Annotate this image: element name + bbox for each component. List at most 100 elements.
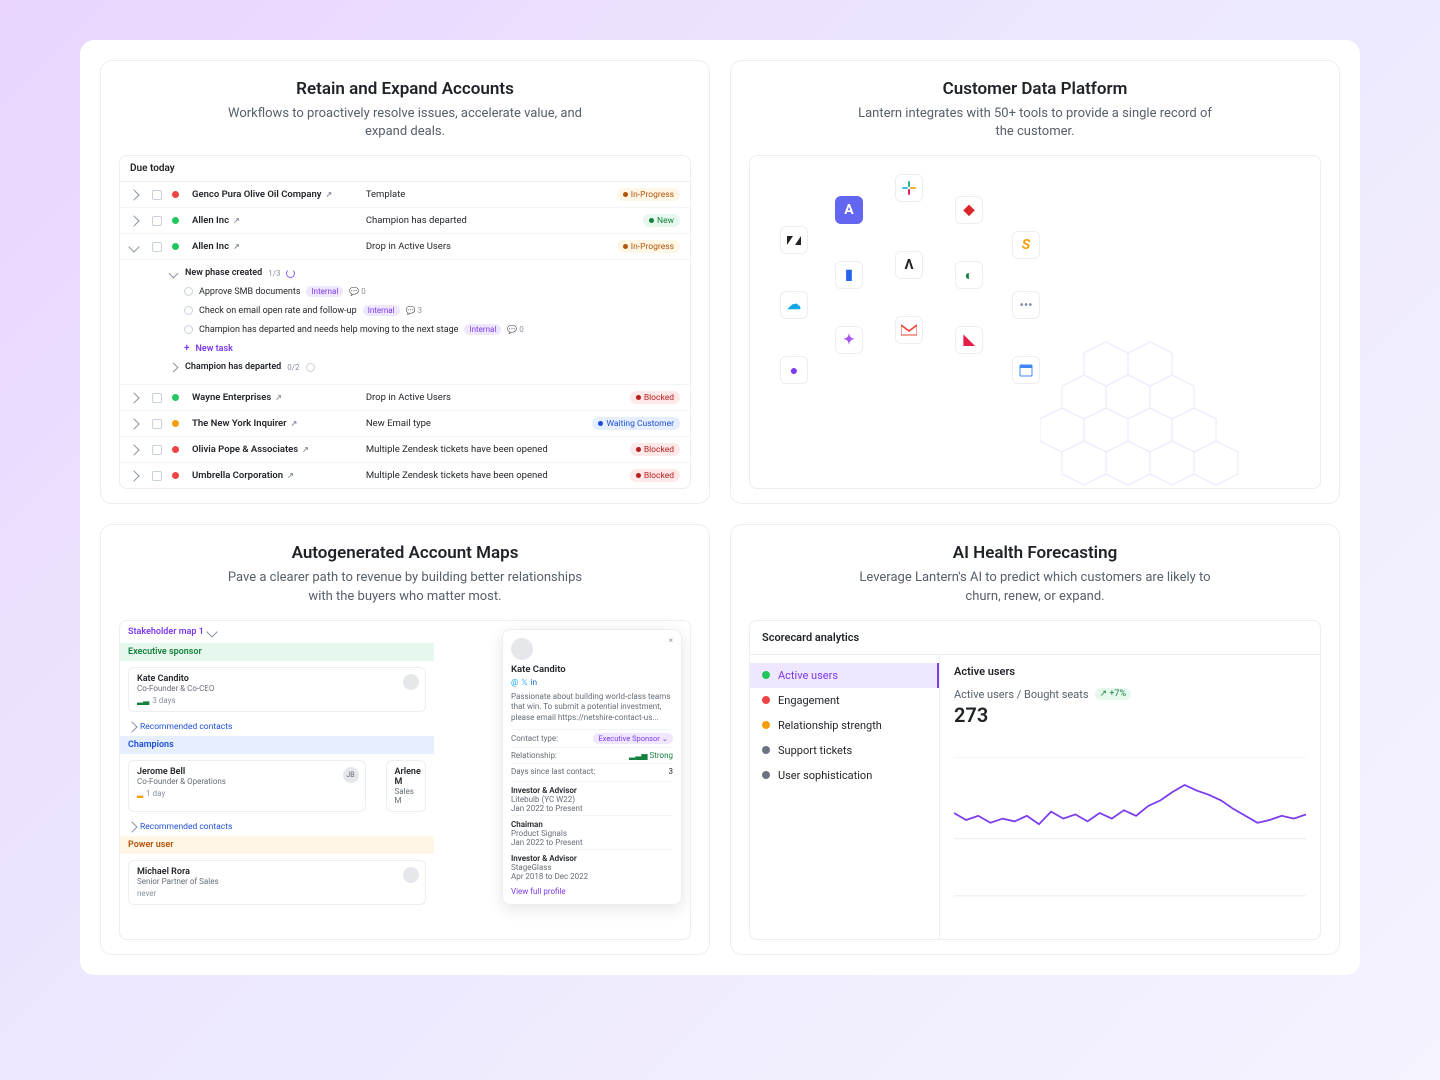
- pennant-icon: ◣: [955, 326, 983, 354]
- task-row[interactable]: The New York Inquirer↗ New Email type Wa…: [120, 411, 690, 437]
- internal-tag: Internal: [306, 286, 343, 297]
- stakeholder-column: Stakeholder map 1 Executive sponsor Kate…: [120, 621, 434, 905]
- status-badge: In-Progress: [617, 240, 680, 253]
- metric-sub: Active users / Bought seats: [954, 688, 1089, 701]
- new-task-button[interactable]: +New task: [170, 339, 680, 358]
- status-badge: Blocked: [630, 469, 680, 482]
- status-dot: [172, 394, 179, 401]
- amaps-sub: Pave a clearer path to revenue by buildi…: [225, 569, 585, 605]
- cdp-sub: Lantern integrates with 50+ tools to pro…: [855, 105, 1215, 141]
- chevron-icon[interactable]: [128, 418, 139, 429]
- ai-title: AI Health Forecasting: [749, 543, 1321, 563]
- internal-tag: Internal: [464, 324, 501, 335]
- person-card-jerome[interactable]: Jerome Bell Co-Founder & Operations ▂1 d…: [128, 760, 366, 812]
- cat-exec: Executive sponsor: [120, 643, 434, 661]
- metric-dot: [762, 721, 770, 729]
- amaps-panel: Stakeholder map 1 Executive sponsor Kate…: [119, 620, 691, 940]
- metric-nav-item[interactable]: Support tickets: [750, 738, 939, 763]
- map-selector[interactable]: Stakeholder map 1: [120, 621, 434, 643]
- task-row[interactable]: Allen Inc↗ Champion has departed New: [120, 208, 690, 234]
- salesforce-icon: ☁: [780, 291, 808, 319]
- chevron-down-icon: [206, 626, 217, 637]
- subtask-row[interactable]: Champion has departed and needs help mov…: [170, 320, 680, 339]
- segment-icon: ◐: [955, 261, 983, 289]
- checkbox[interactable]: [152, 216, 162, 226]
- radio-icon[interactable]: [184, 287, 193, 296]
- gcal-icon: [1012, 356, 1040, 384]
- task-row[interactable]: Genco Pura Olive Oil Company↗ Template I…: [120, 182, 690, 208]
- amaps-title: Autogenerated Account Maps: [119, 543, 691, 563]
- company-name: The New York Inquirer↗: [192, 418, 360, 429]
- due-today-panel: Due today Genco Pura Olive Oil Company↗ …: [119, 155, 691, 489]
- view-full-profile-link[interactable]: View full profile: [511, 887, 566, 896]
- chevron-icon[interactable]: [128, 215, 139, 226]
- close-icon[interactable]: ×: [669, 636, 673, 645]
- external-link-icon[interactable]: ↗: [287, 471, 294, 480]
- internal-tag: Internal: [363, 305, 400, 316]
- subtask-row[interactable]: Approve SMB documentsInternal💬 0: [170, 282, 680, 301]
- chevron-down-icon[interactable]: [169, 268, 179, 278]
- status-badge: In-Progress: [617, 188, 680, 201]
- metric-nav-item[interactable]: Relationship strength: [750, 713, 939, 738]
- task-row[interactable]: Olivia Pope & Associates↗ Multiple Zende…: [120, 437, 690, 463]
- rec-contacts-1[interactable]: Recommended contacts: [120, 718, 434, 736]
- metric-dot: [762, 746, 770, 754]
- company-name: Genco Pura Olive Oil Company↗: [192, 189, 360, 200]
- metric-nav-item[interactable]: User sophistication: [750, 763, 939, 788]
- checkbox[interactable]: [152, 419, 162, 429]
- external-link-icon[interactable]: ↗: [233, 216, 240, 225]
- contact-type-select[interactable]: Executive Sponsor ⌄: [593, 733, 673, 744]
- contact-popover: × Kate Candito @𝕏in Passionate about bui…: [502, 629, 682, 905]
- cdp-title: Customer Data Platform: [749, 79, 1321, 99]
- external-link-icon[interactable]: ↗: [275, 393, 282, 402]
- progress-ring-icon: [306, 363, 315, 372]
- avatar: [403, 674, 419, 690]
- metric-dot: [762, 671, 770, 679]
- chevron-icon[interactable]: [128, 470, 139, 481]
- radio-icon[interactable]: [184, 325, 193, 334]
- external-link-icon[interactable]: ↗: [233, 242, 240, 251]
- shield-icon: ●: [780, 356, 808, 384]
- rec-contacts-2[interactable]: Recommended contacts: [120, 818, 434, 836]
- person-card-arlene[interactable]: Arlene M Sales M: [386, 760, 426, 812]
- chevron-icon[interactable]: [128, 444, 139, 455]
- comment-count: 💬 0: [507, 325, 523, 334]
- chevron-icon[interactable]: [128, 392, 139, 403]
- task-row[interactable]: Wayne Enterprises↗ Drop in Active Users …: [120, 385, 690, 411]
- company-name: Allen Inc↗: [192, 241, 360, 252]
- person-card-kate[interactable]: Kate Candito Co-Founder & Co-CEO ▂▃3 day…: [128, 667, 426, 712]
- slack-icon: [895, 174, 923, 202]
- scorecard-header: Scorecard analytics: [750, 621, 1320, 655]
- status-dot: [172, 472, 179, 479]
- status-badge: New: [643, 214, 680, 227]
- amaps-card: Autogenerated Account Maps Pave a cleare…: [100, 524, 710, 954]
- task-row[interactable]: Umbrella Corporation↗ Multiple Zendesk t…: [120, 463, 690, 488]
- external-link-icon[interactable]: ↗: [291, 419, 298, 428]
- person-card-michael[interactable]: Michael Rora Senior Partner of Sales nev…: [128, 860, 426, 905]
- comment-count: 💬 0: [349, 287, 365, 296]
- status-dot: [172, 191, 179, 198]
- metric-nav-item[interactable]: Active users: [750, 663, 939, 688]
- chevron-icon[interactable]: [128, 189, 139, 200]
- company-name: Allen Inc↗: [192, 215, 360, 226]
- checkbox[interactable]: [152, 393, 162, 403]
- subtask-row[interactable]: Check on email open rate and follow-upIn…: [170, 301, 680, 320]
- ai-sub: Leverage Lantern's AI to predict which c…: [855, 569, 1215, 605]
- checkbox[interactable]: [152, 445, 162, 455]
- external-link-icon[interactable]: ↗: [302, 445, 309, 454]
- progress-ring-icon: [286, 269, 295, 278]
- checkbox[interactable]: [152, 471, 162, 481]
- radio-icon[interactable]: [184, 306, 193, 315]
- checkbox[interactable]: [152, 242, 162, 252]
- status-dot: [172, 217, 179, 224]
- status-dot: [172, 420, 179, 427]
- phase-title: New phase created: [185, 268, 262, 278]
- external-link-icon[interactable]: ↗: [326, 190, 333, 199]
- chevron-icon[interactable]: [128, 241, 139, 252]
- task-row[interactable]: Allen Inc↗ Drop in Active Users In-Progr…: [120, 234, 690, 260]
- chevron-right-icon[interactable]: [169, 362, 179, 372]
- metric-nav-item[interactable]: Engagement: [750, 688, 939, 713]
- checkbox[interactable]: [152, 190, 162, 200]
- zendesk-icon: [780, 226, 808, 254]
- task-desc: Drop in Active Users: [366, 392, 584, 403]
